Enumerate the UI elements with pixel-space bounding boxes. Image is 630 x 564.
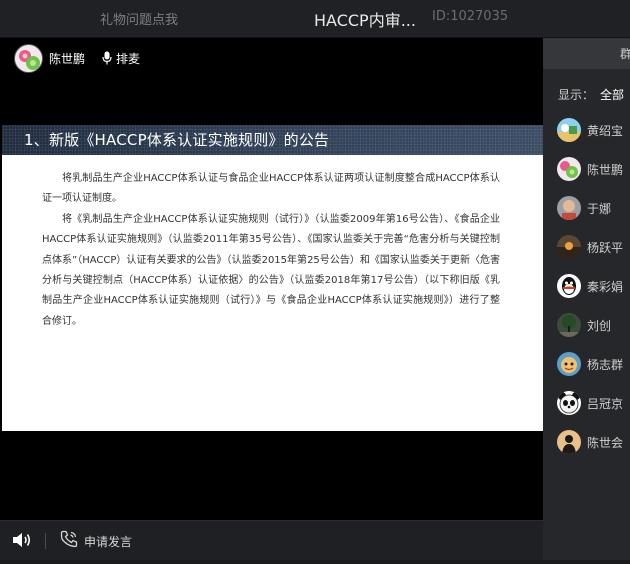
avatar <box>557 430 581 454</box>
slide-title: 1、新版《HACCP体系认证实施规则》的公告 <box>24 131 330 149</box>
presentation-slide: 1、新版《HACCP体系认证实施规则》的公告 将乳制品生产企业HACCP体系认证… <box>2 125 543 431</box>
list-item[interactable]: 陈世会 <box>557 429 630 455</box>
display-filter[interactable]: 显示： 全部 <box>558 86 624 103</box>
member-panel: 群 显示： 全部 黄绍宝 陈世鹏 于娜 杨跃平 秦彩娟 刘创 杨志群 吕冠京 陈… <box>543 38 630 560</box>
avatar <box>557 157 581 181</box>
list-item[interactable]: 陈世鹏 <box>557 156 630 182</box>
avatar <box>557 313 581 337</box>
display-filter-value[interactable]: 全部 <box>600 88 624 102</box>
avatar <box>557 235 581 259</box>
list-item[interactable]: 于娜 <box>557 195 630 221</box>
request-speak-button[interactable]: 申请发言 <box>60 529 132 553</box>
avatar <box>557 196 581 220</box>
gift-help-link[interactable]: 礼物问题点我 <box>100 9 178 28</box>
phone-icon <box>60 530 78 552</box>
list-item[interactable]: 杨志群 <box>557 351 630 377</box>
toolbar-divider <box>45 533 46 549</box>
room-id: ID:1027035 <box>432 9 509 24</box>
member-name: 吕冠京 <box>587 396 624 411</box>
avatar <box>557 118 581 142</box>
volume-icon[interactable] <box>12 531 32 553</box>
list-item[interactable]: 刘创 <box>557 312 630 338</box>
member-name: 陈世鹏 <box>587 162 624 177</box>
member-name: 黄绍宝 <box>587 123 624 138</box>
member-name: 杨跃平 <box>587 240 624 255</box>
slide-paragraph: 将《乳制品生产企业HACCP体系认证实施规则（试行）》（认监委2009年第16号… <box>42 213 500 327</box>
member-name: 陈世会 <box>587 435 624 450</box>
tab-group[interactable]: 群 <box>543 38 630 69</box>
top-bar: 礼物问题点我 HACCP内审... ID:1027035 <box>0 0 630 38</box>
list-item[interactable]: 秦彩娟 <box>557 273 630 299</box>
member-name: 刘创 <box>587 318 612 333</box>
member-name: 秦彩娟 <box>587 279 624 294</box>
member-name: 于娜 <box>587 201 612 216</box>
avatar <box>557 352 581 376</box>
slide-body: 将乳制品生产企业HACCP体系认证与食品企业HACCP体系认证两项认证制度整合成… <box>42 169 500 332</box>
presenter-info: 陈世鹏 排麦 <box>14 43 140 73</box>
slide-paragraph: 将乳制品生产企业HACCP体系认证与食品企业HACCP体系认证两项认证制度整合成… <box>42 173 500 205</box>
list-item[interactable]: 杨跃平 <box>557 234 630 260</box>
bottom-toolbar: 申请发言 <box>0 520 543 560</box>
display-filter-label: 显示： <box>558 88 595 102</box>
tab-group-label: 群 <box>620 47 630 61</box>
queue-mic-button[interactable]: 排麦 <box>116 50 140 67</box>
slide-header: 1、新版《HACCP体系认证实施规则》的公告 <box>2 125 543 155</box>
avatar <box>557 391 581 415</box>
video-stage: 陈世鹏 排麦 1、新版《HACCP体系认证实施规则》的公告 将乳制品生产企业HA… <box>0 38 543 520</box>
request-speak-label: 申请发言 <box>84 534 133 549</box>
microphone-icon[interactable] <box>102 51 112 65</box>
room-title: HACCP内审... <box>314 11 416 30</box>
presenter-avatar[interactable] <box>14 43 43 73</box>
app-window: 礼物问题点我 HACCP内审... ID:1027035 陈世鹏 排麦 1、新版… <box>0 0 630 564</box>
list-item[interactable]: 吕冠京 <box>557 390 630 416</box>
member-name: 杨志群 <box>587 357 624 372</box>
presenter-name: 陈世鹏 <box>49 51 86 66</box>
avatar <box>557 274 581 298</box>
list-item[interactable]: 黄绍宝 <box>557 117 630 143</box>
